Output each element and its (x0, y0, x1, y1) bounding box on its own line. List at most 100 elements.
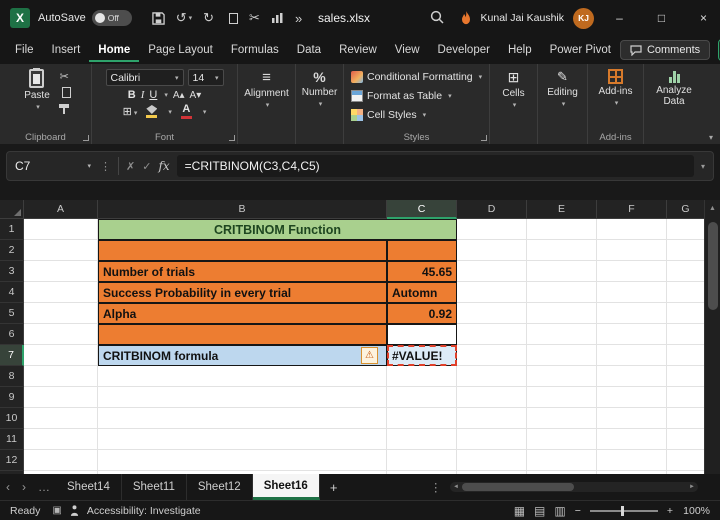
row-header-1[interactable]: 1 (0, 219, 24, 240)
cell[interactable] (527, 429, 597, 450)
horizontal-scrollbar-thumb[interactable] (462, 483, 574, 491)
undo-button[interactable]: ↺ ▾ (176, 10, 192, 26)
zoom-slider-thumb[interactable] (620, 505, 624, 516)
cell[interactable] (457, 282, 527, 303)
cell[interactable] (667, 450, 704, 471)
cell-C3[interactable]: 45.65 (387, 261, 457, 282)
sheet-tab-sheet16-active[interactable]: Sheet16 (252, 474, 320, 500)
cell[interactable] (597, 450, 667, 471)
cell[interactable] (667, 366, 704, 387)
row-header-11[interactable]: 11 (0, 429, 24, 450)
cell-C6[interactable] (387, 324, 457, 345)
cell[interactable] (667, 261, 704, 282)
cell[interactable] (527, 408, 597, 429)
cell[interactable] (527, 450, 597, 471)
cell[interactable] (527, 219, 597, 240)
column-header-a[interactable]: A (24, 200, 98, 219)
cell[interactable] (457, 303, 527, 324)
analyze-data-button[interactable]: Analyze Data (647, 67, 701, 109)
user-name[interactable]: Kunal Jai Kaushik (481, 12, 564, 24)
row-header-9[interactable]: 9 (0, 387, 24, 408)
dialog-launcher-icon[interactable] (481, 135, 487, 141)
italic-button[interactable]: I (141, 89, 145, 101)
cell-styles-button[interactable]: Cell Styles ▾ (347, 105, 426, 124)
cell[interactable] (24, 387, 98, 408)
tab-data[interactable]: Data (288, 38, 330, 62)
macro-record-icon[interactable]: ▣ (52, 505, 61, 516)
row-header-2[interactable]: 2 (0, 240, 24, 261)
cell[interactable] (527, 303, 597, 324)
cell[interactable] (527, 282, 597, 303)
add-sheet-button[interactable]: + (320, 480, 348, 495)
enter-icon[interactable]: ✓ (142, 160, 151, 173)
sheet-tab-sheet14[interactable]: Sheet14 (56, 474, 122, 500)
cell-B4[interactable]: Success Probability in every trial (98, 282, 387, 303)
column-header-e[interactable]: E (527, 200, 597, 219)
cell[interactable] (597, 261, 667, 282)
zoom-slider[interactable] (589, 505, 658, 516)
conditional-formatting-button[interactable]: Conditional Formatting ▾ (347, 67, 482, 86)
chart-icon[interactable] (271, 12, 284, 24)
cell[interactable] (667, 303, 704, 324)
bold-button[interactable]: B (128, 89, 136, 101)
close-button[interactable]: × (687, 0, 720, 36)
format-as-table-button[interactable]: Format as Table ▾ (347, 86, 452, 105)
zoom-level[interactable]: 100% (682, 505, 710, 517)
formula-input[interactable]: =CRITBINOM(C3,C4,C5) (176, 155, 694, 177)
cell[interactable] (597, 219, 667, 240)
cell[interactable] (597, 240, 667, 261)
vertical-scrollbar-thumb[interactable] (708, 222, 718, 310)
redo-icon[interactable]: ↻ (203, 10, 214, 26)
zoom-out-icon[interactable]: − (575, 505, 581, 517)
cell[interactable] (457, 345, 527, 366)
cell[interactable] (527, 345, 597, 366)
cell-A4[interactable] (24, 282, 98, 303)
cell-C2[interactable] (387, 240, 457, 261)
excel-logo-icon[interactable]: X (10, 8, 30, 28)
cell[interactable] (597, 324, 667, 345)
name-box[interactable]: C7 ▾ (13, 159, 93, 173)
cell[interactable] (24, 366, 98, 387)
tab-help[interactable]: Help (499, 38, 541, 62)
cell[interactable] (387, 366, 457, 387)
font-name-select[interactable]: Calibri ▾ (105, 69, 184, 86)
cell[interactable] (457, 429, 527, 450)
cell[interactable] (457, 324, 527, 345)
scroll-left-icon[interactable]: ◄ (450, 484, 462, 490)
cell[interactable] (597, 408, 667, 429)
cell[interactable] (527, 324, 597, 345)
format-painter-icon[interactable] (59, 104, 70, 114)
column-header-c[interactable]: C (387, 200, 457, 219)
row-header-7[interactable]: 7 (0, 345, 24, 366)
cell[interactable] (667, 282, 704, 303)
minimize-button[interactable]: – (603, 0, 636, 36)
cell-A7[interactable] (24, 345, 98, 366)
cell[interactable] (667, 408, 704, 429)
cell[interactable] (667, 240, 704, 261)
insert-function-icon[interactable]: fx (158, 159, 169, 173)
cell[interactable] (24, 429, 98, 450)
cell[interactable] (98, 429, 387, 450)
cell-A2[interactable] (24, 240, 98, 261)
sheet-nav-left-icon[interactable]: ‹ (0, 480, 16, 494)
cell[interactable] (387, 387, 457, 408)
tab-home[interactable]: Home (89, 38, 140, 62)
cell[interactable] (597, 429, 667, 450)
cell[interactable] (387, 429, 457, 450)
cell[interactable] (457, 366, 527, 387)
row-header-6[interactable]: 6 (0, 324, 24, 345)
cell-B1-merged-title[interactable]: CRITBINOM Function (98, 219, 457, 240)
cell[interactable] (98, 450, 387, 471)
overflow-icon[interactable]: » (295, 11, 302, 26)
cancel-icon[interactable]: ✗ (126, 160, 135, 173)
user-avatar[interactable]: KJ (573, 7, 594, 29)
cell-B2[interactable] (98, 240, 387, 261)
row-header-3[interactable]: 3 (0, 261, 24, 282)
cell[interactable] (98, 408, 387, 429)
maximize-button[interactable]: □ (645, 0, 678, 36)
cells-button[interactable]: ⊞ Cells ▾ (498, 67, 528, 111)
page-break-view-icon[interactable]: ▥ (554, 504, 565, 518)
font-size-select[interactable]: 14 ▾ (187, 69, 224, 86)
cell[interactable] (597, 387, 667, 408)
row-header-8[interactable]: 8 (0, 366, 24, 387)
